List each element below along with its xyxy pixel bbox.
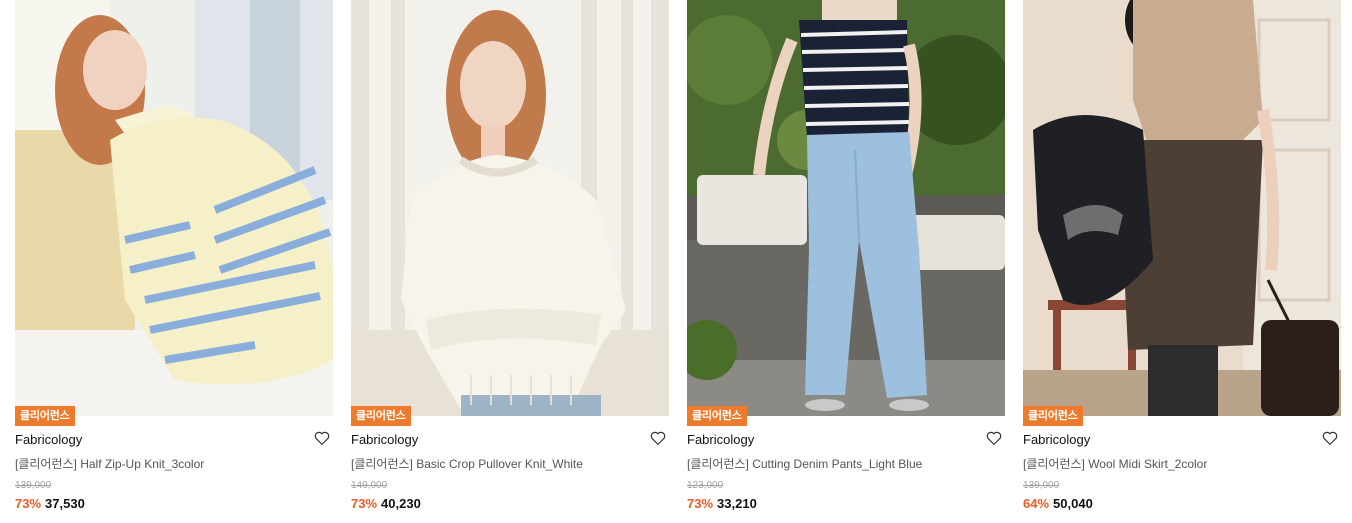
original-price: 139,000 [1023,480,1060,491]
product-card[interactable]: 클리어런스 Fabricology [클리어런스] Wool Midi Skir… [1023,0,1341,523]
clearance-badge: 클리어런스 [687,406,747,426]
wishlist-heart-icon[interactable] [1321,429,1339,447]
product-grid: 클리어런스 Fabricology [클리어런스] Half Zip-Up Kn… [0,0,1352,523]
clearance-badge: 클리어런스 [15,406,75,426]
brand-name[interactable]: Fabricology [687,432,754,447]
discount-rate: 64% [1023,496,1050,511]
clearance-badge: 클리어런스 [351,406,411,426]
price-line: 64% 50,040 [1023,496,1093,511]
brand-name[interactable]: Fabricology [1023,432,1090,447]
discount-rate: 73% [15,496,42,511]
product-name[interactable]: [클리어런스] Basic Crop Pullover Knit_White [351,455,583,472]
product-name[interactable]: [클리어런스] Wool Midi Skirt_2color [1023,455,1207,472]
product-image[interactable] [1023,0,1341,416]
sale-price: 33,210 [717,496,757,511]
product-card[interactable]: 클리어런스 Fabricology [클리어런스] Basic Crop Pul… [351,0,669,523]
original-price: 139,000 [15,480,52,491]
wishlist-heart-icon[interactable] [649,429,667,447]
wishlist-heart-icon[interactable] [313,429,331,447]
product-name[interactable]: [클리어런스] Half Zip-Up Knit_3color [15,455,204,472]
product-image[interactable] [351,0,669,416]
product-card[interactable]: 클리어런스 Fabricology [클리어런스] Cutting Denim … [687,0,1005,523]
product-card[interactable]: 클리어런스 Fabricology [클리어런스] Half Zip-Up Kn… [15,0,333,523]
brand-name[interactable]: Fabricology [15,432,82,447]
discount-rate: 73% [687,496,714,511]
price-line: 73% 37,530 [15,496,85,511]
sale-price: 37,530 [45,496,85,511]
product-image[interactable] [687,0,1005,416]
product-image[interactable] [15,0,333,416]
sale-price: 50,040 [1053,496,1093,511]
sale-price: 40,230 [381,496,421,511]
price-line: 73% 40,230 [351,496,421,511]
brand-name[interactable]: Fabricology [351,432,418,447]
discount-rate: 73% [351,496,378,511]
wishlist-heart-icon[interactable] [985,429,1003,447]
clearance-badge: 클리어런스 [1023,406,1083,426]
original-price: 149,000 [351,480,388,491]
price-line: 73% 33,210 [687,496,757,511]
product-name[interactable]: [클리어런스] Cutting Denim Pants_Light Blue [687,455,922,472]
original-price: 123,000 [687,480,724,491]
